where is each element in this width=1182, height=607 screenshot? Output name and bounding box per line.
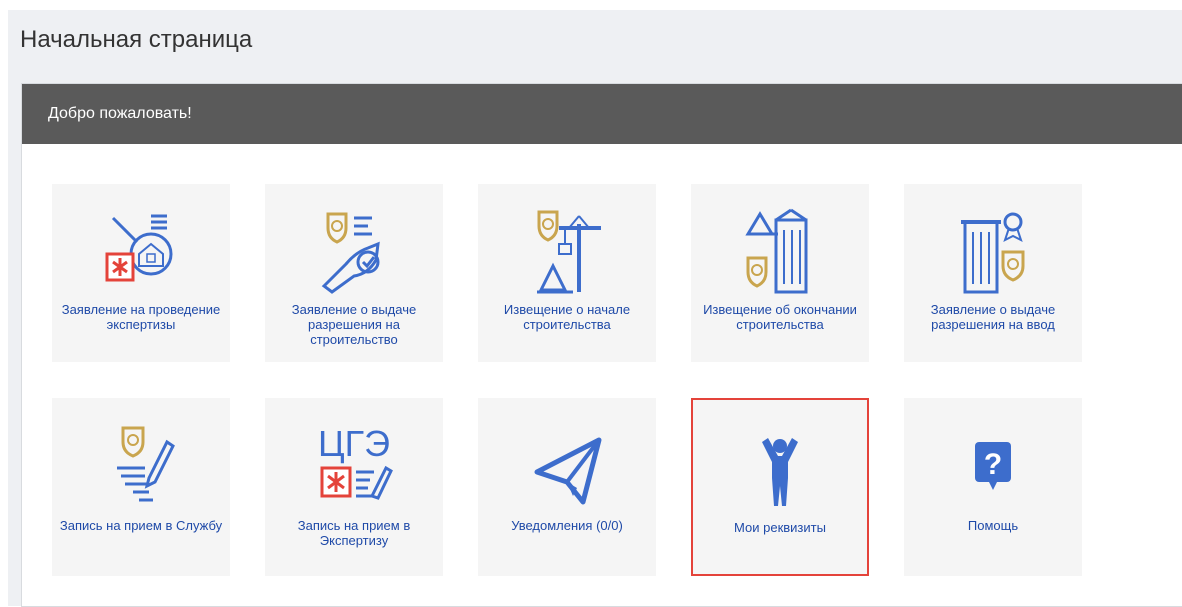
tile-label: Заявление о выдаче разрешения на строите… [291, 302, 417, 347]
tile-construction-permit[interactable]: Заявление о выдаче разрешения на строите… [265, 184, 443, 362]
tile-label: Извещение об окончании строительства [703, 302, 857, 332]
construction-end-notice-icon [691, 208, 869, 296]
tile-commissioning-permit[interactable]: Заявление о выдаче разрешения на ввод [904, 184, 1082, 362]
tile-label: Уведомления (0/0) [511, 518, 623, 533]
tile-label: Мои реквизиты [734, 520, 826, 535]
tile-my-requisites[interactable]: Мои реквизиты [691, 398, 869, 576]
tile-label: Помощь [967, 518, 1019, 533]
tile-label: Запись на прием в Экспертизу [297, 518, 411, 548]
help-question-mark: ? [984, 448, 1002, 481]
tile-label: Заявление на проведение экспертизы [61, 302, 221, 332]
tile-label: Извещение о начале строительства [503, 302, 631, 332]
panel-header: Добро пожаловать! [22, 84, 1182, 144]
page-title: Начальная страница [20, 26, 253, 53]
tile-expertise-appointment[interactable]: ЦГЭ Запись на прием в Экспертизу [265, 398, 443, 576]
expertise-abbreviation: ЦГЭ [318, 423, 390, 464]
tile-service-appointment[interactable]: Запись на прием в Службу [52, 398, 230, 576]
tile-construction-start[interactable]: Извещение о начале строительства [478, 184, 656, 362]
tile-notifications[interactable]: Уведомления (0/0) [478, 398, 656, 576]
tile-expertise-application[interactable]: Заявление на проведение экспертизы [52, 184, 230, 362]
page-background: Начальная страница Добро пожаловать! Зая… [8, 10, 1182, 607]
commissioning-permit-icon [904, 208, 1082, 296]
help-icon: ? [904, 422, 1082, 510]
paper-plane-icon [478, 422, 656, 510]
tile-label: Заявление о выдаче разрешения на ввод [930, 302, 1056, 332]
panel-header-text: Добро пожаловать! [48, 105, 192, 122]
welcome-panel: Добро пожаловать! Заявление на проведени… [21, 83, 1182, 607]
construction-permit-icon [265, 208, 443, 296]
person-icon [693, 422, 867, 510]
service-appointment-icon [52, 422, 230, 510]
tile-label: Запись на прием в Службу [59, 518, 223, 533]
tile-help[interactable]: ? Помощь [904, 398, 1082, 576]
tile-construction-end[interactable]: Извещение об окончании строительства [691, 184, 869, 362]
expertise-application-icon [52, 208, 230, 296]
expertise-appointment-icon: ЦГЭ [265, 422, 443, 510]
construction-start-notice-icon [478, 208, 656, 296]
